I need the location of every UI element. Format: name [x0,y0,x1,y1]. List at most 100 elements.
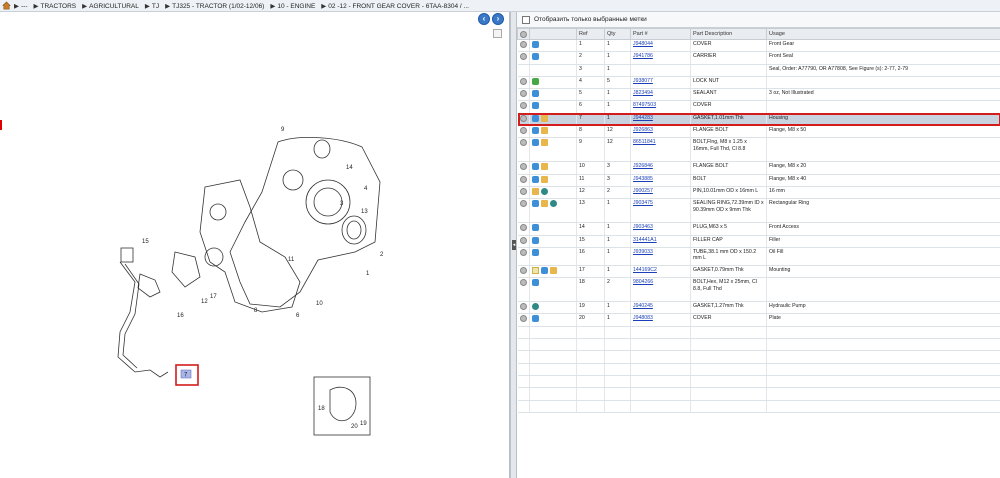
callout-9[interactable]: 9 [281,127,285,133]
part-number-link[interactable]: J926863 [633,127,653,133]
info-icon[interactable] [519,175,527,183]
part-number-cell[interactable]: J938077 [630,76,691,90]
part-number-link[interactable]: J903463 [633,224,653,230]
table-row[interactable]: 19 1 J940245 GASKET,1.27mm Thk Hydraulic Pum… [517,301,1000,315]
row-select-cell[interactable] [517,235,530,248]
breadcrumb-item[interactable]: ▶ TRACTORS [34,2,77,10]
cart-arrow-icon[interactable] [532,163,539,171]
part-number-link[interactable]: J926846 [633,163,653,169]
info-icon[interactable] [519,102,527,110]
part-number-link[interactable]: 9804266 [633,279,653,285]
info-icon[interactable] [519,303,527,311]
part-number-link[interactable]: J823494 [633,90,653,96]
part-number-cell[interactable]: J823494 [630,88,691,102]
table-row[interactable]: 11 3 J943885 BOLT Flange, M8 x 40 [517,174,1000,187]
table-row[interactable]: 13 1 J903475 SEALING RING,72.39mm ID x 90.3… [517,198,1000,224]
part-number-cell[interactable] [630,64,691,77]
cart-arrow-icon[interactable] [532,102,539,110]
package-icon[interactable] [541,163,548,171]
part-number-link[interactable]: J903475 [633,200,653,206]
callout-18[interactable]: 18 [318,406,325,412]
row-select-cell[interactable] [517,161,530,175]
package-icon[interactable] [541,127,548,135]
panel-splitter[interactable]: ◂ [510,12,517,478]
callout-19[interactable]: 19 [360,421,367,427]
table-row[interactable]: 20 1 J948083 COVER Plate [517,313,1000,327]
part-number-link[interactable]: 86511841 [633,139,656,145]
part-number-link[interactable]: J939033 [633,249,653,255]
globe-icon[interactable] [550,200,557,208]
cart-arrow-icon[interactable] [532,41,539,48]
home-icon[interactable] [2,1,11,10]
package-icon[interactable] [532,187,539,195]
part-number-cell[interactable]: J900257 [630,186,691,200]
table-row[interactable]: 4 5 J938077 LOCK NUT [517,76,1000,90]
part-number-link[interactable]: J941786 [633,53,653,59]
cart-arrow-icon[interactable] [532,224,539,232]
row-select-cell[interactable] [517,186,530,200]
info-icon[interactable] [519,41,527,48]
part-number-link[interactable]: J948044 [633,41,653,47]
callout-11[interactable]: 11 [288,257,295,263]
info-icon[interactable] [519,139,527,147]
table-row[interactable]: 15 1 314441A1 FILLER CAP Filler [517,235,1000,248]
info-icon[interactable] [519,224,527,232]
breadcrumb-item[interactable]: ▶ --- [14,2,28,10]
callout-14[interactable]: 14 [346,165,353,171]
row-select-cell[interactable] [517,76,530,90]
row-select-cell[interactable] [517,113,530,127]
callout-17[interactable]: 17 [210,294,217,300]
part-number-link[interactable]: 87497503 [633,102,656,108]
part-number-cell[interactable]: J903475 [630,198,691,224]
info-icon[interactable] [519,236,527,244]
package-icon[interactable] [541,139,548,147]
row-select-cell[interactable] [517,301,530,315]
package-icon[interactable] [541,200,548,208]
row-select-cell[interactable] [517,313,530,327]
callout-8[interactable]: 8 [254,308,258,314]
table-row[interactable]: 6 1 87497503 COVER [517,100,1000,114]
part-number-cell[interactable]: J926863 [630,125,691,139]
part-number-cell[interactable]: J940245 [630,301,691,315]
part-number-cell[interactable]: J943885 [630,174,691,187]
info-icon[interactable] [519,77,527,85]
table-row[interactable]: 9 12 86511841 BOLT,Flng, M8 x 1.25 x 16mm, … [517,137,1000,163]
table-row[interactable]: 8 12 J926863 FLANGE BOLT Flange, M8 x 50 [517,125,1000,139]
cart-arrow-icon[interactable] [532,127,539,135]
callout-1[interactable]: 1 [366,271,370,277]
table-row[interactable]: 17 1 144169C2 GASKET,0.79mm Thk Mounting [517,265,1000,279]
column-header[interactable]: Usage [766,28,1000,40]
breadcrumb-item[interactable]: ▶ TJ325 - TRACTOR (1/02-12/06) [165,2,264,10]
info-icon[interactable] [519,200,527,208]
part-number-cell[interactable]: J926846 [630,161,691,175]
part-number-link[interactable]: 144169C2 [633,267,657,273]
info-icon[interactable] [519,266,527,274]
info-icon[interactable] [519,163,527,171]
row-select-cell[interactable] [517,125,530,139]
info-icon[interactable] [519,53,527,61]
callout-3[interactable]: 3 [340,201,344,207]
callout-6[interactable]: 6 [296,313,300,319]
cart-arrow-icon[interactable] [532,248,539,256]
part-number-link[interactable]: 314441A1 [633,237,657,243]
cart-arrow-icon[interactable] [532,236,539,244]
callout-20[interactable]: 20 [351,424,358,430]
row-select-cell[interactable] [517,277,530,303]
package-icon[interactable] [541,114,548,122]
column-header[interactable] [517,28,530,40]
cart-arrow-icon[interactable] [532,200,539,208]
breadcrumb-item[interactable]: ▶ 02 -12 - FRONT GEAR COVER - 6TAA-8304 /… [321,2,469,10]
note-icon[interactable] [532,266,539,274]
cart-arrow-icon[interactable] [532,139,539,147]
table-row[interactable]: 2 1 J941786 CARRIER Front Seal [517,51,1000,65]
green-arrow-icon[interactable] [532,77,539,85]
callout-4[interactable]: 4 [364,186,368,192]
table-row[interactable]: 3 1 Seal, Order: A77790, OR A77808, See Fi… [517,64,1000,77]
info-icon[interactable] [519,248,527,256]
table-row[interactable]: 1 1 J948044 COVER Front Gear [517,39,1000,53]
table-row[interactable]: 16 1 J939033 TUBE,38.1 mm OD x 150.2 mm L Oi… [517,247,1000,266]
cart-arrow-icon[interactable] [541,266,548,274]
breadcrumb-item[interactable]: ▶ AGRICULTURAL [82,2,139,10]
row-select-cell[interactable] [517,64,530,77]
cart-arrow-icon[interactable] [532,279,539,287]
